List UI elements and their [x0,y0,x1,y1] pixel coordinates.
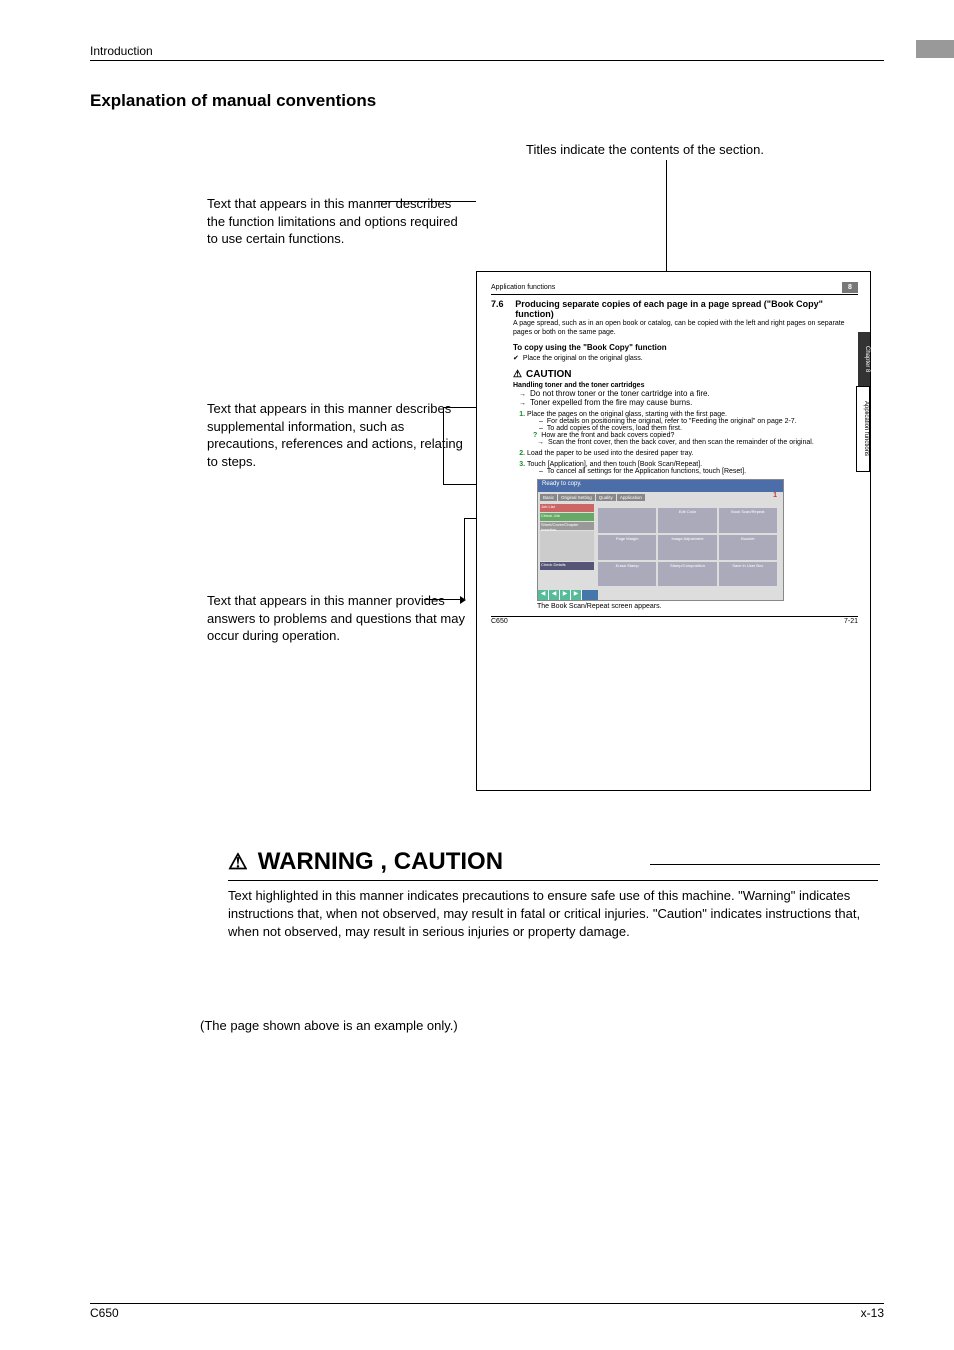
leader-line [376,201,476,202]
screen-left-btn: Sheet/Cover/Chapter Insertion [540,522,594,530]
sample-section-number: 7.6 [491,299,513,309]
screen-grid-btn: Page Margin [598,535,656,560]
sample-caution-title: CAUTION [513,369,858,380]
screen-left-btn: Check Details [540,562,594,570]
screen-grid-btn: Stamp/Composition [658,562,716,587]
sample-step1-detail1: For details on positioning the original,… [527,418,858,425]
sample-step3: Touch [Application], and then touch [Boo… [527,461,702,468]
sample-header-label: Application functions [491,284,555,291]
screen-left-spacer [540,531,594,561]
sample-page-figure: Application functions 8 Chapter 8 Applic… [476,271,871,791]
sample-step2: Load the paper to be used into the desir… [527,450,693,457]
screen-grid-btn [598,508,656,533]
page-title: Explanation of manual conventions [90,91,884,111]
sample-step1-detail2: To add copies of the covers, load them f… [527,425,858,432]
screen-copies: 1 [773,492,777,499]
sample-check-line: Place the original on the original glass… [513,354,858,363]
sample-caution-head: Handling toner and the toner cartridges [513,382,858,389]
sample-tab-chapter: Chapter 8 [858,332,870,386]
screen-left-btn: Check Job [540,513,594,521]
screen-grid-btn: Booklet [719,535,777,560]
sample-caution-line2: Toner expelled from the fire may cause b… [513,398,858,407]
screen-ready: Ready to copy. [542,481,582,491]
leader-line [650,864,880,865]
footer-model: C650 [90,1306,119,1320]
screen-tab: Original Setting [558,494,595,501]
footer-page-number: x-13 [861,1306,884,1320]
sample-tab-side: Application functions [856,386,870,472]
sample-intro-text: A page spread, such as in an open book o… [513,319,858,337]
sample-subhead: To copy using the "Book Copy" function [513,343,858,352]
leader-line [464,518,465,599]
sample-footer-model: C650 [491,618,508,625]
sample-step1-answer: Scan the front cover, then the back cove… [527,439,858,446]
sample-caution-line1: Do not throw toner or the toner cartridg… [513,389,858,398]
example-note: (The page shown above is an example only… [200,1018,458,1033]
sample-step1-question: How are the front and back covers copied… [527,432,858,439]
screen-tab: Basic [540,494,557,501]
screen-grid-btn: Edit Color [658,508,716,533]
callout-titles: Titles indicate the contents of the sect… [526,141,764,159]
sample-footer-page: 7-21 [844,618,858,625]
sample-step1: Place the pages on the original glass, s… [527,411,727,418]
screen-grid-btn: Save in User Box [719,562,777,587]
screen-grid-btn: Erase Stamp [598,562,656,587]
callout-supplemental: Text that appears in this manner describ… [207,400,467,470]
leader-line [666,160,667,284]
screen-grid-btn: Image Adjustment [658,535,716,560]
warning-body: Text highlighted in this manner indicate… [228,887,878,942]
sample-chapter-number: 8 [842,282,858,293]
header-decoration [916,40,954,58]
screen-left-btn: Job List [540,504,594,512]
screen-tab-active: Application [617,494,645,501]
screen-grid-btn: Book Scan/Repeat [719,508,777,533]
sample-step3-detail1: To cancel all settings for the Applicati… [527,468,858,475]
sample-screen-caption: The Book Scan/Repeat screen appears. [537,603,858,610]
sample-section-title: Producing separate copies of each page i… [515,299,835,319]
screen-tab: Quality [596,494,616,501]
leader-line [443,407,444,484]
leader-line [424,599,464,600]
callout-limitations: Text that appears in this manner describ… [207,195,467,248]
sample-ui-screenshot: Ready to copy. 1 Basic Original Setting … [537,479,784,601]
running-header: Introduction [90,44,153,58]
